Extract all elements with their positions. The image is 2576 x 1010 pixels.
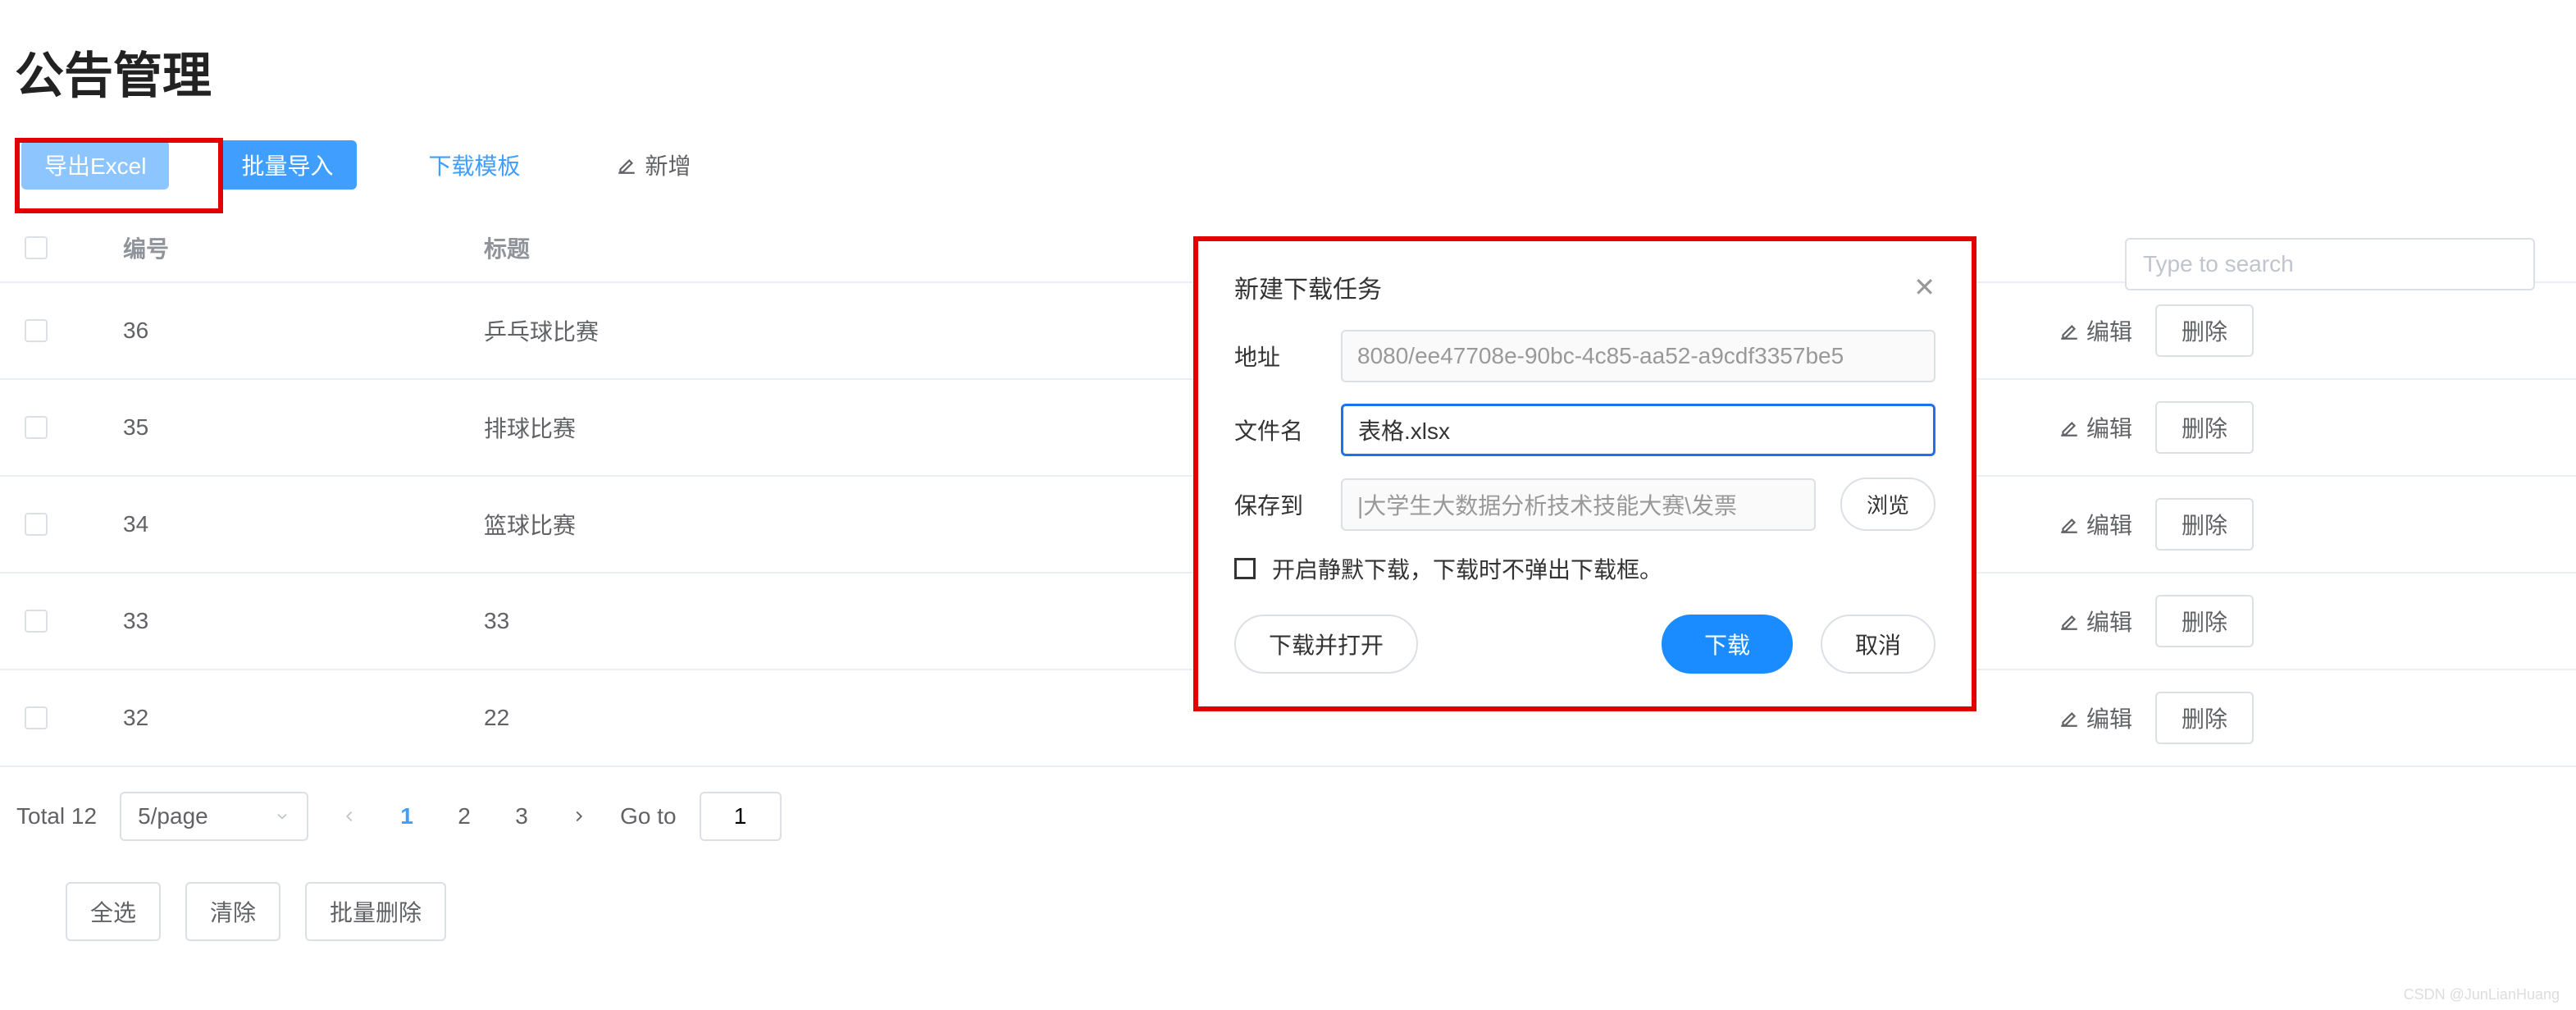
page-number[interactable]: 2 xyxy=(446,798,482,834)
row-id: 33 xyxy=(123,608,484,634)
edit-icon xyxy=(2059,707,2080,729)
edit-icon xyxy=(2059,514,2080,535)
delete-button[interactable]: 删除 xyxy=(2155,692,2254,744)
row-checkbox[interactable] xyxy=(25,416,48,439)
page-title: 公告管理 xyxy=(0,0,2576,140)
edit-label: 编辑 xyxy=(2086,702,2132,734)
download-button[interactable]: 下载 xyxy=(1662,615,1793,674)
add-button-label: 新增 xyxy=(645,149,691,181)
browse-button[interactable]: 浏览 xyxy=(1840,478,1935,531)
download-and-open-button[interactable]: 下载并打开 xyxy=(1234,615,1418,674)
row-id: 35 xyxy=(123,414,484,441)
goto-label: Go to xyxy=(620,803,676,829)
add-button[interactable]: 新增 xyxy=(593,140,714,190)
select-all-button[interactable]: 全选 xyxy=(66,882,161,941)
close-icon[interactable]: ✕ xyxy=(1913,272,1935,303)
edit-label: 编辑 xyxy=(2086,508,2132,541)
delete-button[interactable]: 删除 xyxy=(2155,498,2254,551)
download-dialog: 新建下载任务 ✕ 地址 文件名 保存到 浏览 开启静默下载，下载时不弹出下载框。… xyxy=(1193,236,1976,711)
edit-button[interactable]: 编辑 xyxy=(2059,314,2132,347)
row-id: 34 xyxy=(123,511,484,537)
edit-button[interactable]: 编辑 xyxy=(2059,411,2132,444)
row-id: 32 xyxy=(123,705,484,731)
row-checkbox[interactable] xyxy=(25,319,48,342)
edit-label: 编辑 xyxy=(2086,411,2132,444)
url-input[interactable] xyxy=(1341,330,1935,382)
pagination: Total 12 5/page 1 2 3 Go to xyxy=(0,767,2576,866)
chevron-down-icon xyxy=(274,808,290,825)
saveto-label: 保存到 xyxy=(1234,488,1316,521)
download-template-button[interactable]: 下载模板 xyxy=(406,140,544,190)
row-checkbox[interactable] xyxy=(25,706,48,729)
bulk-actions: 全选 清除 批量删除 xyxy=(0,882,2576,941)
edit-button[interactable]: 编辑 xyxy=(2059,605,2132,638)
toolbar: 导出Excel 批量导入 下载模板 新增 xyxy=(0,140,2576,190)
filename-label: 文件名 xyxy=(1234,414,1316,446)
edit-label: 编辑 xyxy=(2086,605,2132,638)
row-checkbox[interactable] xyxy=(25,513,48,536)
delete-button[interactable]: 删除 xyxy=(2155,595,2254,647)
select-all-checkbox[interactable] xyxy=(25,236,48,259)
watermark: CSDN @JunLianHuang xyxy=(2404,986,2560,1003)
edit-button[interactable]: 编辑 xyxy=(2059,702,2132,734)
delete-button[interactable]: 删除 xyxy=(2155,304,2254,357)
page-number[interactable]: 3 xyxy=(504,798,540,834)
clear-button[interactable]: 清除 xyxy=(185,882,280,941)
edit-icon xyxy=(616,154,637,176)
prev-page-button[interactable] xyxy=(331,798,367,834)
search-input[interactable] xyxy=(2125,238,2535,290)
batch-import-button[interactable]: 批量导入 xyxy=(218,140,356,190)
search-box xyxy=(2125,238,2535,290)
next-page-button[interactable] xyxy=(561,798,597,834)
edit-icon xyxy=(2059,417,2080,438)
cancel-button[interactable]: 取消 xyxy=(1821,615,1935,674)
page-size-select[interactable]: 5/page xyxy=(120,792,308,841)
edit-icon xyxy=(2059,610,2080,632)
edit-label: 编辑 xyxy=(2086,314,2132,347)
delete-button[interactable]: 删除 xyxy=(2155,401,2254,454)
silent-download-checkbox[interactable] xyxy=(1234,558,1256,579)
goto-input[interactable] xyxy=(700,792,782,841)
saveto-input[interactable] xyxy=(1341,478,1816,531)
export-excel-button[interactable]: 导出Excel xyxy=(21,140,169,190)
row-checkbox[interactable] xyxy=(25,610,48,633)
edit-icon xyxy=(2059,320,2080,341)
page-size-label: 5/page xyxy=(138,803,208,829)
dialog-title: 新建下载任务 xyxy=(1234,269,1382,305)
page-nav: 1 2 3 xyxy=(331,798,597,834)
batch-delete-button[interactable]: 批量删除 xyxy=(305,882,446,941)
url-label: 地址 xyxy=(1234,340,1316,372)
total-label: Total 12 xyxy=(16,803,97,829)
silent-download-label: 开启静默下载，下载时不弹出下载框。 xyxy=(1272,552,1662,585)
page-number[interactable]: 1 xyxy=(389,798,425,834)
row-id: 36 xyxy=(123,318,484,344)
filename-input[interactable] xyxy=(1341,404,1935,456)
column-header-id: 编号 xyxy=(123,231,484,264)
edit-button[interactable]: 编辑 xyxy=(2059,508,2132,541)
